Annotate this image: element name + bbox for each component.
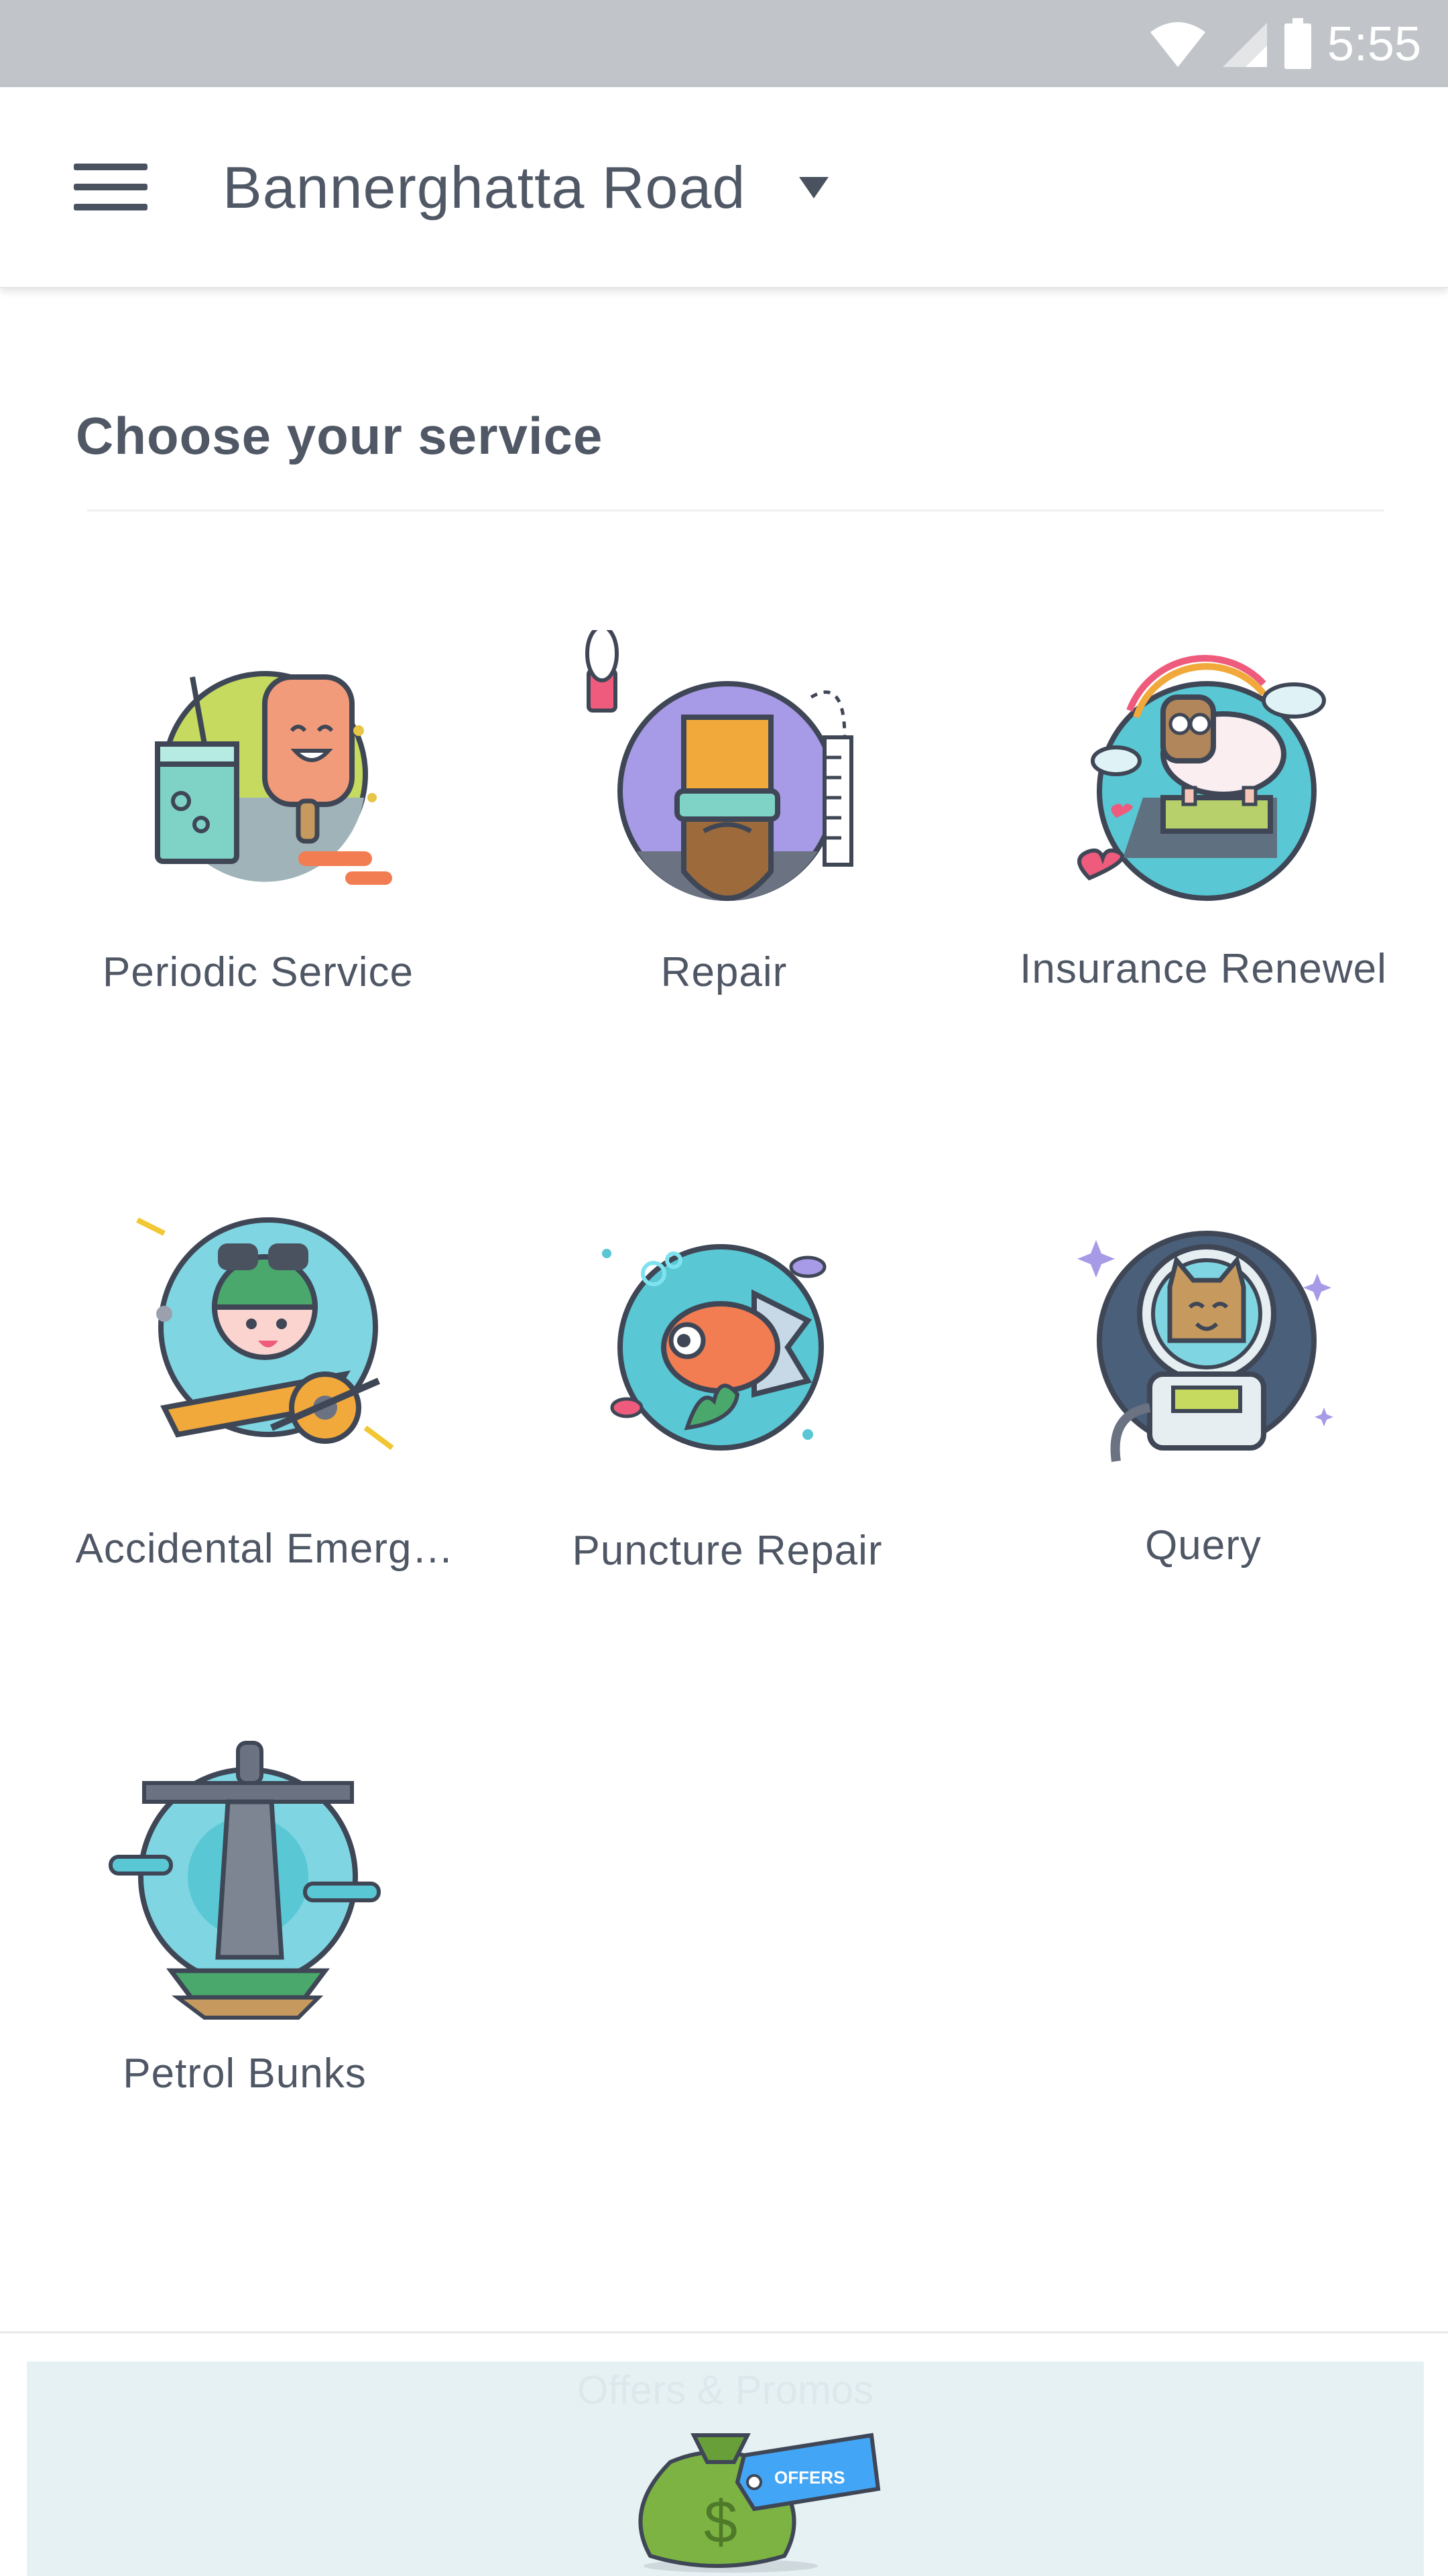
service-tile-repair[interactable]: Repair	[509, 630, 939, 1113]
app-bar: Bannerghatta Road	[0, 87, 1448, 288]
service-label: Repair	[660, 949, 788, 995]
sheep-icon	[1077, 655, 1326, 901]
service-tile-periodic-service[interactable]: Periodic Service	[44, 630, 473, 1113]
service-label: Insurance Renewel	[1020, 946, 1387, 992]
location-selector[interactable]: Bannerghatta Road	[223, 154, 829, 221]
ice-cream-drink-icon	[155, 671, 392, 885]
statue-icon	[109, 1741, 381, 2020]
bearded-man-icon	[585, 630, 853, 902]
battery-icon	[1284, 17, 1311, 69]
section-title: Choose your service	[76, 406, 603, 465]
offers-panel: Offers & Promos $ OFFERS	[0, 2331, 1448, 2576]
service-label: Petrol Bunks	[123, 2050, 367, 2097]
service-tile-insurance-renewel[interactable]: Insurance Renewel	[989, 630, 1418, 1113]
svg-text:$: $	[704, 2489, 737, 2556]
astronaut-cat-icon	[1077, 1231, 1333, 1462]
service-label: Accidental Emerg…	[75, 1526, 455, 1572]
status-time: 5:55	[1327, 17, 1421, 71]
status-icons: 5:55	[1149, 12, 1421, 76]
service-tile-puncture-repair[interactable]: Puncture Repair	[513, 1207, 942, 1689]
service-label: Query	[1145, 1522, 1262, 1569]
offers-banner[interactable]: Offers & Promos $ OFFERS	[27, 2362, 1424, 2576]
service-tile-query[interactable]: Query	[989, 1207, 1418, 1689]
location-label: Bannerghatta Road	[223, 154, 746, 221]
hamburger-menu-icon[interactable]	[67, 154, 154, 221]
status-bar: 5:55	[0, 0, 1448, 87]
service-tile-petrol-bunks[interactable]: Petrol Bunks	[30, 1729, 459, 2212]
service-label: Periodic Service	[103, 949, 414, 995]
dropdown-arrow-icon	[799, 177, 829, 198]
money-bag-offers-icon: $ OFFERS	[638, 2433, 881, 2573]
wifi-icon	[1150, 21, 1205, 67]
pilot-plane-icon	[136, 1217, 394, 1451]
signal-icon	[1222, 22, 1267, 67]
goldfish-icon	[602, 1244, 827, 1451]
offers-tag-text: OFFERS	[774, 2467, 845, 2488]
offers-ghost-text: Offers & Promos	[577, 2368, 874, 2412]
service-tile-accidental-emergency[interactable]: Accidental Emerg…	[50, 1207, 479, 1689]
service-label: Puncture Repair	[572, 1528, 883, 1574]
divider	[87, 509, 1384, 511]
